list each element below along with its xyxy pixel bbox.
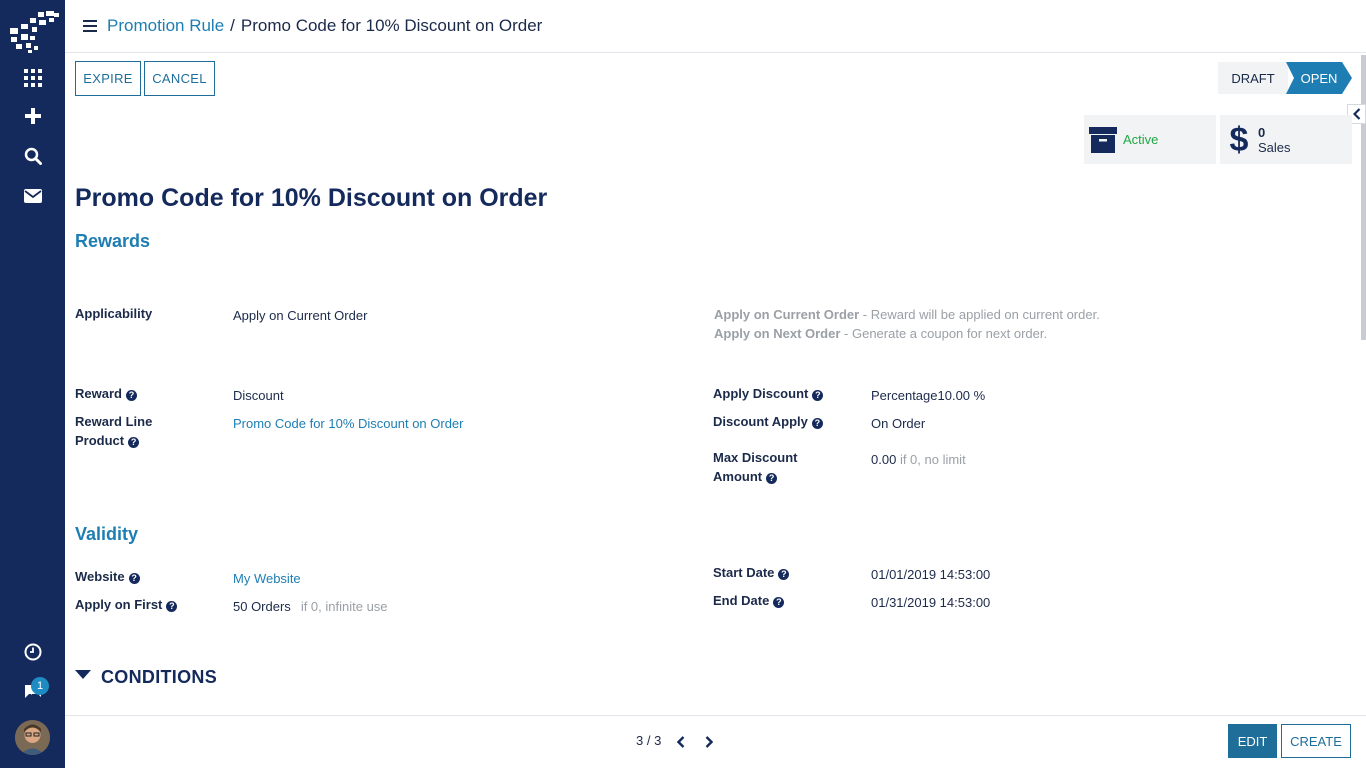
reward-line-label-line2: Product [75,433,125,448]
applicability-hint-current: Apply on Current Order - Reward will be … [714,305,1100,324]
search-icon[interactable] [0,146,65,166]
footer-bar: 3 / 3 EDIT CREATE [65,715,1366,768]
end-date-label: End Date? [713,591,785,610]
help-icon[interactable]: ? [778,569,790,580]
max-discount-hint: if 0, no limit [899,452,966,467]
hint-current-title: Apply on Current Order [714,307,860,322]
discount-apply-field[interactable]: On Order [871,414,925,433]
dollar-icon: $ [1229,120,1249,159]
help-icon[interactable]: ? [773,597,785,608]
reward-line-product-label: Reward Line Product? [75,412,152,450]
active-label: Active [1123,132,1159,147]
reward-label-text: Reward [75,386,122,401]
archive-icon [1089,126,1117,153]
top-bar: Promotion Rule / Promo Code for 10% Discou… [65,0,1366,53]
notification-badge: 1 [31,677,49,695]
discount-apply-label: Discount Apply? [713,412,823,431]
user-avatar[interactable] [15,720,50,755]
reward-line-product-link[interactable]: Promo Code for 10% Discount on Order [233,414,464,433]
edit-button[interactable]: EDIT [1228,724,1277,758]
end-date-label-text: End Date [713,593,770,608]
envelope-icon[interactable] [0,186,65,206]
menu-toggle-icon[interactable] [83,20,97,32]
applicability-label: Applicability [75,306,153,321]
help-icon[interactable]: ? [811,418,823,429]
start-date-label: Start Date? [713,563,790,582]
breadcrumb-separator: / [230,16,235,35]
start-date-field[interactable]: 01/01/2019 14:53:00 [871,565,990,584]
breadcrumb-parent-link[interactable]: Promotion Rule [107,16,224,35]
apply-discount-label: Apply Discount? [713,384,824,403]
pager-previous-icon[interactable] [674,734,688,750]
help-icon[interactable]: ? [766,473,778,484]
max-discount-field[interactable]: 0.00 if 0, no limit [871,450,966,469]
end-date-field[interactable]: 01/31/2019 14:53:00 [871,593,990,612]
app-logo[interactable] [8,10,60,54]
create-button[interactable]: CREATE [1281,724,1351,758]
sales-count: 0 [1258,124,1266,140]
app-sidebar: 1 [0,0,65,768]
max-discount-label-line1: Max Discount [713,450,798,465]
conditions-toggle[interactable]: CONDITIONS [75,667,217,688]
rewards-heading: Rewards [75,231,151,251]
applicability-hint-next: Apply on Next Order - Generate a coupon … [714,324,1047,343]
hint-current-text: - Reward will be applied on current orde… [859,307,1100,322]
apps-grid-icon[interactable] [0,68,65,88]
scrollbar[interactable] [1361,55,1366,340]
status-open[interactable]: OPEN [1286,62,1352,94]
max-discount-value: 0.00 [871,452,897,467]
apply-on-first-field[interactable]: 50 Orders if 0, infinite use [233,597,388,616]
hint-next-title: Apply on Next Order [714,326,841,341]
validity-heading: Validity [75,524,139,544]
website-label-text: Website [75,569,125,584]
status-draft[interactable]: DRAFT [1218,62,1288,94]
reward-label: Reward? [75,384,137,403]
active-toggle-button[interactable]: Active [1084,115,1216,164]
cancel-button[interactable]: CANCEL [144,61,215,96]
apply-on-first-label-text: Apply on First [75,597,163,612]
breadcrumb-current: Promo Code for 10% Discount on Order [240,16,543,35]
apply-discount-field[interactable]: Percentage10.00 % [871,386,985,405]
caret-down-icon [75,670,91,679]
sales-button[interactable]: $ 0 Sales [1220,115,1352,164]
page-title: Promo Code for 10% Discount on Order [75,184,548,212]
help-icon[interactable]: ? [812,390,824,401]
apply-on-first-label: Apply on First? [75,595,178,614]
help-icon[interactable]: ? [166,601,178,612]
website-link[interactable]: My Website [233,569,301,588]
max-discount-label: Max Discount Amount? [713,448,798,486]
apply-on-first-hint: if 0, infinite use [300,599,388,614]
pager-next-icon[interactable] [702,734,716,750]
conditions-heading: CONDITIONS [101,667,218,687]
apply-on-first-value: 50 Orders [233,599,291,614]
sales-label: Sales [1258,139,1291,155]
plus-icon[interactable] [0,106,65,126]
clock-icon[interactable] [0,642,65,662]
apply-discount-label-text: Apply Discount [713,386,809,401]
expire-button[interactable]: EXPIRE [75,61,141,96]
status-open-label: OPEN [1300,70,1338,86]
discount-apply-label-text: Discount Apply [713,414,808,429]
reward-field[interactable]: Discount [233,386,284,405]
help-icon[interactable]: ? [125,390,137,401]
applicability-field[interactable]: Apply on Current Order [233,306,367,325]
start-date-label-text: Start Date [713,565,775,580]
hint-next-text: - Generate a coupon for next order. [840,326,1048,341]
max-discount-label-line2: Amount [713,469,763,484]
reward-line-label-line1: Reward Line [75,414,153,429]
pager-counter: 3 / 3 [636,733,662,748]
help-icon[interactable]: ? [128,437,140,448]
website-label: Website? [75,567,140,586]
help-icon[interactable]: ? [128,573,140,584]
breadcrumb: Promotion Rule / Promo Code for 10% Discou… [107,16,542,36]
